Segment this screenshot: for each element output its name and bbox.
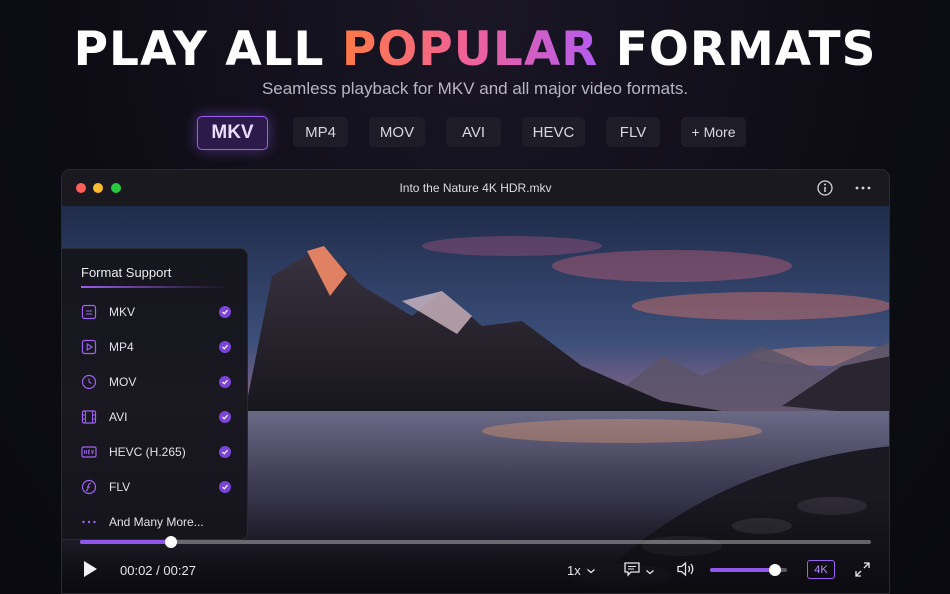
window-titlebar: Into the Nature 4K HDR.mkv [62, 170, 889, 206]
mkv-file-icon [81, 304, 97, 320]
hero-title-prefix: PLAY ALL [73, 22, 342, 77]
speed-label: 1x [567, 563, 581, 578]
format-item-mp4[interactable]: MP4 [81, 337, 231, 357]
format-chip-flv[interactable]: FLV [606, 117, 660, 147]
check-icon [219, 306, 231, 318]
format-chip-more[interactable]: + More [681, 117, 746, 147]
volume-icon[interactable] [676, 560, 696, 583]
chevron-down-icon [645, 563, 655, 581]
check-icon [219, 376, 231, 388]
film-strip-icon [81, 409, 97, 425]
hero-title-suffix: FORMATS [598, 22, 877, 77]
format-support-divider [81, 286, 229, 288]
format-support-panel: Format Support MKV MP4 MOV AVI HEVC (H.2… [62, 248, 248, 540]
format-item-label: MKV [109, 305, 136, 319]
more-options-icon[interactable] [854, 179, 872, 197]
hero-subtitle: Seamless playback for MKV and all major … [261, 79, 689, 98]
video-frame[interactable]: Format Support MKV MP4 MOV AVI HEVC (H.2… [62, 206, 889, 593]
play-button[interactable] [81, 559, 99, 584]
format-item-label: HEVC (H.265) [109, 445, 186, 459]
format-chip-mp4[interactable]: MP4 [293, 117, 348, 147]
volume-fill [710, 568, 775, 572]
speed-selector[interactable]: 1x [567, 563, 596, 578]
progress-thumb[interactable] [164, 536, 177, 548]
hevc-icon [81, 444, 97, 460]
check-icon [219, 341, 231, 353]
time-display: 00:02 / 00:27 [120, 563, 196, 578]
subtitles-button[interactable] [623, 560, 655, 583]
flash-icon [81, 479, 97, 495]
format-item-label: And Many More... [109, 515, 204, 529]
clock-circle-icon [81, 374, 97, 390]
format-item-more[interactable]: And Many More... [81, 512, 231, 532]
play-file-icon [81, 339, 97, 355]
format-support-title: Format Support [81, 265, 172, 280]
window-title: Into the Nature 4K HDR.mkv [399, 181, 552, 195]
format-chip-avi[interactable]: AVI [446, 117, 501, 147]
progress-fill [80, 540, 171, 544]
format-item-label: MOV [109, 375, 137, 389]
chevron-down-icon [586, 563, 596, 578]
format-item-avi[interactable]: AVI [81, 407, 231, 427]
check-icon [219, 446, 231, 458]
check-icon [219, 481, 231, 493]
duration: 00:27 [163, 563, 196, 578]
volume-slider[interactable] [710, 564, 787, 576]
format-item-mov[interactable]: MOV [81, 372, 231, 392]
time-separator: / [152, 563, 164, 578]
format-item-label: MP4 [109, 340, 134, 354]
playback-controls: 00:02 / 00:27 1x 4K [62, 533, 889, 593]
current-time: 00:02 [120, 563, 153, 578]
format-chip-mov[interactable]: MOV [369, 117, 425, 147]
format-item-hevc[interactable]: HEVC (H.265) [81, 442, 231, 462]
info-icon[interactable] [816, 179, 834, 197]
progress-bar[interactable] [80, 536, 871, 548]
hero-title-highlight: POPULAR [341, 22, 599, 77]
format-item-flv[interactable]: FLV [81, 477, 231, 497]
quality-badge[interactable]: 4K [807, 560, 835, 579]
dots-icon [81, 514, 97, 530]
player-window: Into the Nature 4K HDR.mkv Format Suppor… [61, 169, 890, 594]
format-chip-mkv[interactable]: MKV [197, 116, 268, 150]
format-item-label: FLV [109, 480, 131, 494]
volume-thumb[interactable] [768, 564, 781, 576]
hero-title: PLAY ALL POPULAR FORMATS [0, 22, 950, 77]
subtitles-icon [623, 560, 641, 583]
format-item-label: AVI [109, 410, 128, 424]
check-icon [219, 411, 231, 423]
format-chip-hevc[interactable]: HEVC [522, 117, 585, 147]
fullscreen-icon[interactable] [854, 561, 871, 583]
format-item-mkv[interactable]: MKV [81, 302, 231, 322]
